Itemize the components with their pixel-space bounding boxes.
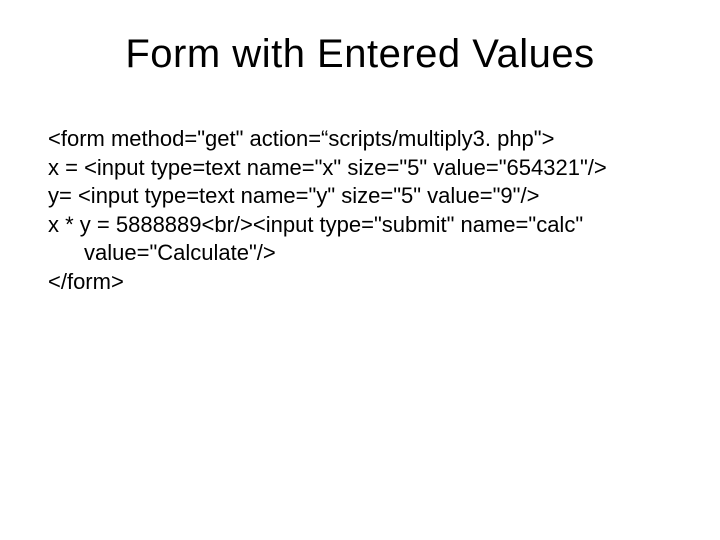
slide: Form with Entered Values <form method="g… — [0, 0, 720, 540]
code-line: y= <input type=text name="y" size="5" va… — [48, 182, 672, 211]
slide-title: Form with Entered Values — [48, 32, 672, 77]
code-line: value="Calculate"/> — [48, 239, 672, 268]
code-line: </form> — [48, 268, 672, 297]
code-line: <form method="get" action=“scripts/multi… — [48, 125, 672, 154]
code-block: <form method="get" action=“scripts/multi… — [48, 125, 672, 297]
code-line: x * y = 5888889<br/><input type="submit"… — [48, 211, 672, 240]
code-line: x = <input type=text name="x" size="5" v… — [48, 154, 672, 183]
